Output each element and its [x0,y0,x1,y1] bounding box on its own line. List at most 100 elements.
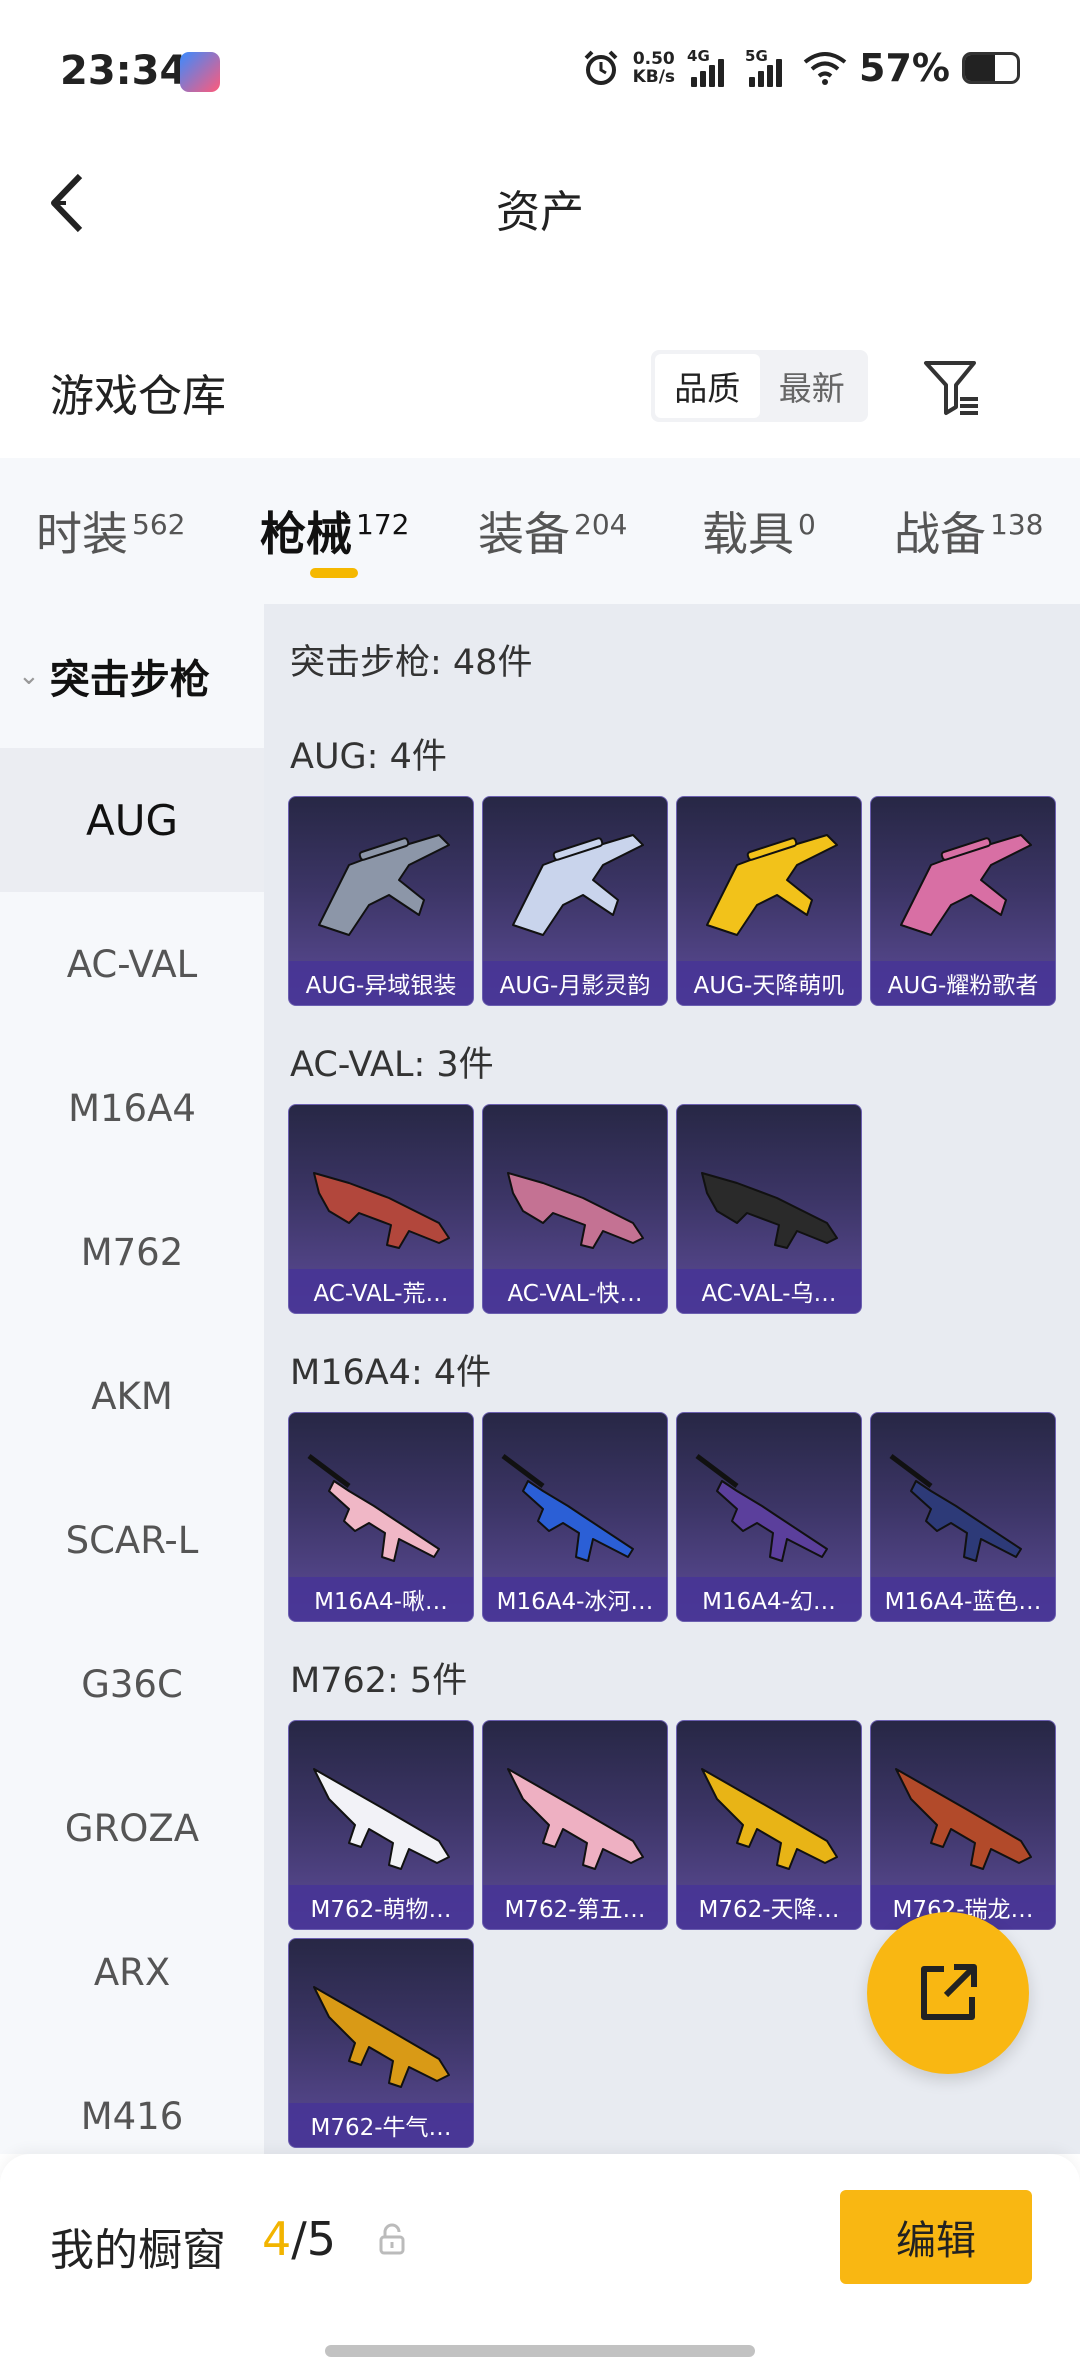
sidebar-item-arx[interactable]: ARX [0,1900,264,2044]
status-bar: 23:34 0.50 KB/s 4G 5G 57% [0,0,1080,140]
weapon-sidebar: ⌄ 突击步枪 AUG AC-VAL M16A4 M762 AKM SCAR-L … [0,604,264,2154]
tab-fashion[interactable]: 时装 562 [36,498,185,564]
skin-card[interactable]: M762-瑞龙… [870,1720,1056,1930]
sidebar-item-ac-val[interactable]: AC-VAL [0,892,264,1036]
skin-name: AUG-耀粉歌者 [871,961,1055,1005]
sort-quality-option[interactable]: 品质 [655,354,760,418]
weapon-skin-image [677,805,861,965]
network-speed-unit: KB/s [632,67,676,87]
wifi-icon [803,52,847,85]
skin-name: M762-萌物… [289,1885,473,1929]
skin-name: AC-VAL-荒… [289,1269,473,1313]
tab-label: 时装 [36,507,128,561]
tab-count: 204 [574,508,628,541]
tab-label: 装备 [478,507,570,561]
weapon-skin-image [871,1729,1055,1889]
tab-supplies[interactable]: 战备 138 [894,498,1043,564]
weapon-skin-image [289,805,473,965]
tab-count: 562 [132,508,186,541]
weapon-skin-image [483,1421,667,1581]
tab-equipment[interactable]: 装备 204 [478,498,627,564]
battery-percent: 57% [859,46,950,90]
lock-icon [379,2223,405,2255]
home-indicator[interactable] [325,2345,755,2357]
share-button[interactable] [867,1912,1029,2074]
status-icons: 0.50 KB/s 4G 5G 57% [581,46,1020,90]
tab-weapons[interactable]: 枪械 172 [260,498,409,564]
active-tab-indicator [310,568,358,578]
skin-card[interactable]: AUG-月影灵韵 [482,796,668,1006]
skin-name: AC-VAL-乌… [677,1269,861,1313]
group-label-m762: M762: 5件 [290,1661,468,1701]
sidebar-group-assault-rifles[interactable]: ⌄ 突击步枪 [0,604,264,748]
skin-card[interactable]: AUG-异域银装 [288,796,474,1006]
weapon-skin-image [483,1729,667,1889]
skin-card[interactable]: M16A4-啾… [288,1412,474,1622]
weapon-skin-image [677,1421,861,1581]
filter-button[interactable] [920,355,984,419]
sim1-signal-icon: 4G [687,47,733,87]
weapon-skin-image [483,1113,667,1273]
skin-name: AUG-月影灵韵 [483,961,667,1005]
skin-card[interactable]: M762-天降… [676,1720,862,1930]
showcase-separator: / [291,2212,307,2266]
weapon-skin-image [289,1947,473,2107]
sidebar-item-aug[interactable]: AUG [0,748,264,892]
tab-vehicles[interactable]: 载具 0 [702,498,816,564]
showcase-label: 我的橱窗 [50,2225,226,2276]
edit-button[interactable]: 编辑 [840,2190,1032,2284]
showcase-total: 5 [306,2212,337,2266]
category-tabs: 时装 562 枪械 172 装备 204 载具 0 战备 138 [0,458,1080,604]
skin-name: AUG-天降萌叽 [677,961,861,1005]
skin-card[interactable]: AC-VAL-乌… [676,1104,862,1314]
sidebar-item-m762[interactable]: M762 [0,1180,264,1324]
battery-icon [962,52,1020,84]
skin-name: M16A4-冰河… [483,1577,667,1621]
sidebar-item-scar-l[interactable]: SCAR-L [0,1468,264,1612]
showcase-count: 4/5 [262,2212,336,2266]
weapon-skin-image [289,1421,473,1581]
skin-card[interactable]: AUG-耀粉歌者 [870,796,1056,1006]
status-time: 23:34 [60,48,188,94]
group-label-ac-val: AC-VAL: 3件 [290,1045,494,1085]
network-speed-value: 0.50 [632,49,675,69]
group-label-m16a4: M16A4: 4件 [290,1353,492,1393]
weapon-skin-image [871,1421,1055,1581]
sidebar-item-groza[interactable]: GROZA [0,1756,264,1900]
skin-card[interactable]: AC-VAL-快… [482,1104,668,1314]
skin-name: M16A4-幻… [677,1577,861,1621]
skin-name: M762-天降… [677,1885,861,1929]
skin-card[interactable]: AC-VAL-荒… [288,1104,474,1314]
skin-card[interactable]: AUG-天降萌叽 [676,796,862,1006]
weapon-skin-image [677,1113,861,1273]
skin-card[interactable]: M16A4-幻… [676,1412,862,1622]
sidebar-item-g36c[interactable]: G36C [0,1612,264,1756]
network-speed: 0.50 KB/s [633,50,675,86]
tab-count: 138 [990,508,1044,541]
sidebar-group-label: 突击步枪 [49,657,210,703]
tab-count: 0 [798,508,816,541]
skin-card[interactable]: M16A4-蓝色… [870,1412,1056,1622]
skin-card[interactable]: M762-萌物… [288,1720,474,1930]
skin-name: M16A4-蓝色… [871,1577,1055,1621]
category-total: 突击步枪: 48件 [290,643,533,683]
skin-card[interactable]: M16A4-冰河… [482,1412,668,1622]
sidebar-item-akm[interactable]: AKM [0,1324,264,1468]
weapon-skin-image [677,1729,861,1889]
sidebar-item-m16a4[interactable]: M16A4 [0,1036,264,1180]
tab-label: 枪械 [260,507,352,561]
skin-card[interactable]: M762-牛气… [288,1938,474,2148]
tab-count: 172 [356,508,410,541]
page-title: 资产 [496,187,584,238]
filter-icon [924,361,978,415]
skin-card[interactable]: M762-第五… [482,1720,668,1930]
tab-label: 载具 [702,507,794,561]
sort-newest-option[interactable]: 最新 [760,354,865,418]
weapon-skin-image [871,805,1055,965]
skin-name: M762-第五… [483,1885,667,1929]
skin-name: M16A4-啾… [289,1577,473,1621]
skin-name: M762-牛气… [289,2103,473,2147]
weapon-skin-image [483,805,667,965]
tab-label: 战备 [894,507,986,561]
warehouse-title: 游戏仓库 [50,371,226,422]
